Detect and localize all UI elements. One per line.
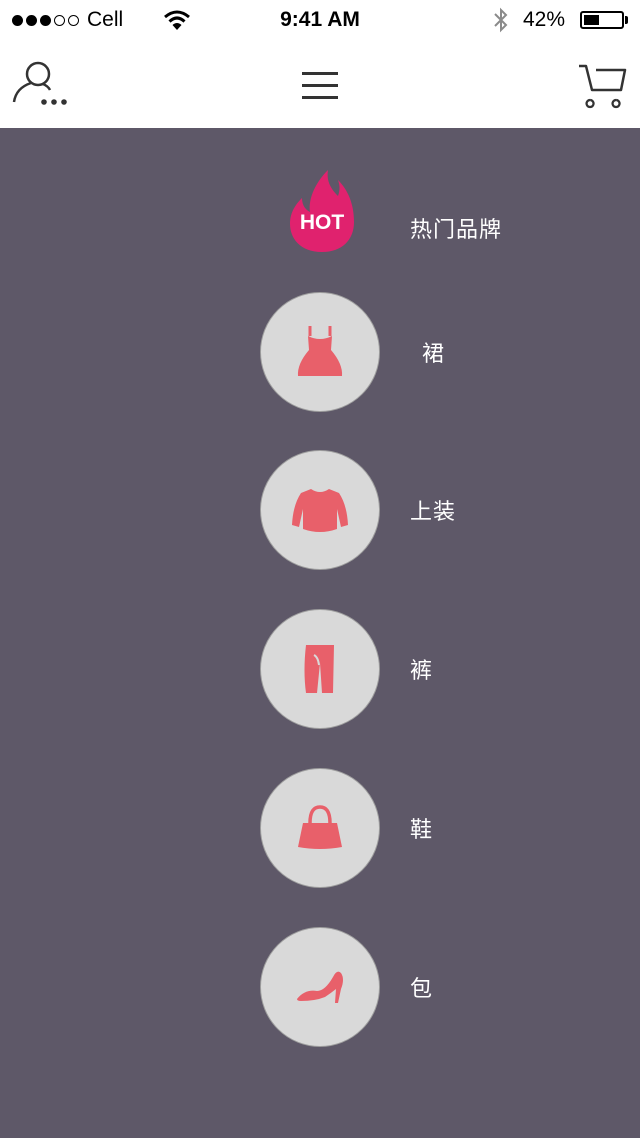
category-label: 包 <box>410 977 434 1002</box>
shopping-cart-icon <box>579 64 627 109</box>
top-icon <box>292 489 348 532</box>
category-icon-circle <box>260 768 380 888</box>
hot-brands-label: 热门品牌 <box>410 218 503 243</box>
battery-level-fill <box>584 15 599 25</box>
category-icon-circle <box>260 609 380 729</box>
flame-icon <box>290 170 354 252</box>
category-icon-circle <box>260 450 380 570</box>
hamburger-menu-button[interactable] <box>298 66 342 106</box>
pants-icon <box>304 645 334 693</box>
user-more-icon <box>12 61 67 105</box>
status-bar: Cell 9:41 AM 42% <box>0 0 640 40</box>
category-label: 鞋 <box>410 818 434 843</box>
category-item-dress[interactable]: 裙 <box>0 292 640 412</box>
category-label: 上装 <box>410 500 457 525</box>
category-icon-circle <box>260 927 380 1047</box>
category-label: 裙 <box>422 342 446 367</box>
high-heel-icon <box>297 971 343 1003</box>
category-menu: HOT 热门品牌 裙 上装 裤 鞋 包 <box>0 128 640 1138</box>
category-label: 裤 <box>410 659 434 684</box>
hot-badge-text: HOT <box>299 211 345 234</box>
user-menu-button[interactable] <box>10 60 70 112</box>
category-icon-circle <box>260 292 380 412</box>
handbag-icon <box>298 805 342 849</box>
battery-tip <box>625 16 628 24</box>
category-item-bags[interactable]: 包 <box>0 927 640 1047</box>
cart-button[interactable] <box>576 60 628 112</box>
category-item-pants[interactable]: 裤 <box>0 609 640 729</box>
battery-percent: 42% <box>523 8 566 31</box>
nav-bar <box>0 40 640 128</box>
category-item-tops[interactable]: 上装 <box>0 450 640 570</box>
dress-icon <box>297 326 343 376</box>
hamburger-menu-icon <box>302 72 338 99</box>
bluetooth-icon <box>494 7 508 33</box>
battery-icon <box>580 11 624 29</box>
hot-brands-item[interactable]: HOT 热门品牌 <box>0 164 640 264</box>
category-item-shoes[interactable]: 鞋 <box>0 768 640 888</box>
